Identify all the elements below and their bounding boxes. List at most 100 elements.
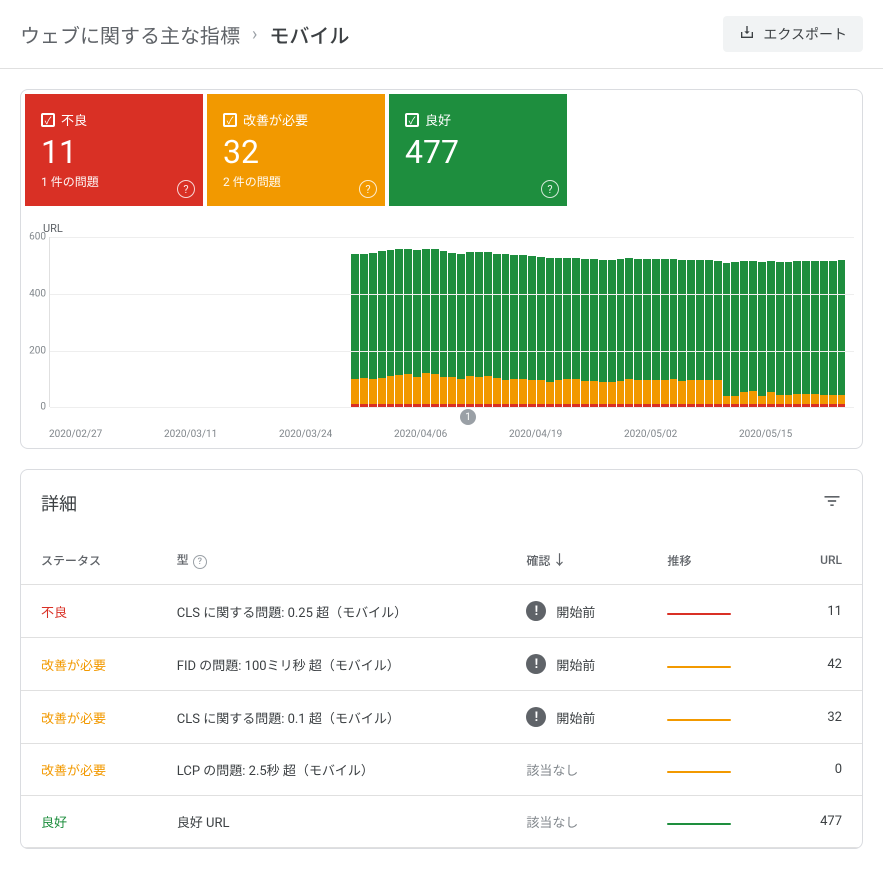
col-confirm[interactable]: 確認↓	[506, 536, 647, 585]
bar[interactable]	[555, 258, 563, 407]
bar[interactable]	[811, 261, 819, 407]
bar[interactable]	[572, 258, 580, 407]
help-icon[interactable]: ?	[541, 180, 559, 198]
bar[interactable]	[537, 257, 545, 407]
bar[interactable]	[820, 261, 828, 407]
bar[interactable]	[351, 254, 359, 407]
table-row[interactable]: 改善が必要FID の問題: 100ミリ秒 超（モバイル）!開始前42	[21, 638, 862, 691]
bar[interactable]	[590, 259, 598, 408]
chart-area: URL 0200400600 1 2020/02/272020/03/11202…	[21, 206, 862, 448]
bar[interactable]	[776, 262, 784, 407]
exclamation-icon: !	[526, 707, 546, 727]
x-tick: 2020/02/27	[49, 429, 164, 440]
cell-trend	[647, 638, 781, 691]
bar[interactable]	[404, 249, 412, 407]
cell-url: 0	[782, 744, 862, 796]
bar[interactable]	[431, 249, 439, 407]
bar[interactable]	[378, 251, 386, 407]
help-icon[interactable]: ?	[177, 180, 195, 198]
bar[interactable]	[528, 256, 536, 407]
table-row[interactable]: 不良CLS に関する問題: 0.25 超（モバイル）!開始前11	[21, 585, 862, 638]
help-icon[interactable]: ?	[193, 555, 207, 569]
bar[interactable]	[484, 252, 492, 408]
bar[interactable]	[608, 260, 616, 408]
bar[interactable]	[448, 253, 456, 408]
cell-url: 11	[782, 585, 862, 638]
breadcrumb-parent[interactable]: ウェブに関する主な指標	[20, 20, 240, 49]
bar[interactable]	[440, 251, 448, 407]
bar[interactable]	[793, 261, 801, 407]
table-row[interactable]: 改善が必要CLS に関する問題: 0.1 超（モバイル）!開始前32	[21, 691, 862, 744]
bar[interactable]	[661, 259, 669, 408]
bar[interactable]	[502, 254, 510, 407]
cell-type: FID の問題: 100ミリ秒 超（モバイル）	[157, 638, 507, 691]
bar[interactable]	[634, 259, 642, 408]
bar[interactable]	[758, 262, 766, 407]
col-status[interactable]: ステータス	[21, 536, 157, 585]
bar[interactable]	[723, 263, 731, 408]
cell-confirm: !開始前	[506, 638, 647, 691]
bar[interactable]	[802, 261, 810, 407]
bar[interactable]	[519, 255, 527, 408]
table-row[interactable]: 改善が必要LCP の問題: 2.5秒 超（モバイル）該当なし0	[21, 744, 862, 796]
bar[interactable]	[714, 261, 722, 408]
bar[interactable]	[581, 259, 589, 407]
bar[interactable]	[395, 249, 403, 407]
bar[interactable]	[617, 259, 625, 407]
bar[interactable]	[838, 260, 846, 407]
bar[interactable]	[652, 259, 660, 407]
bar[interactable]	[687, 260, 695, 408]
bar[interactable]	[563, 258, 571, 408]
table-row[interactable]: 良好良好 URL該当なし477	[21, 796, 862, 848]
bar[interactable]	[749, 261, 757, 407]
bar[interactable]	[696, 260, 704, 407]
chevron-right-icon: ›	[252, 24, 257, 45]
x-tick: 2020/05/02	[624, 429, 739, 440]
bar[interactable]	[678, 260, 686, 407]
bar[interactable]	[493, 254, 501, 408]
annotation-badge[interactable]: 1	[460, 409, 476, 425]
bar[interactable]	[413, 250, 421, 408]
bar[interactable]	[369, 253, 377, 407]
tile-poor[interactable]: ✓不良 11 1 件の問題 ?	[25, 94, 203, 206]
bar[interactable]	[360, 254, 368, 408]
cell-trend	[647, 744, 781, 796]
x-tick: 2020/03/11	[164, 429, 279, 440]
filter-icon[interactable]	[822, 491, 842, 515]
sparkline	[667, 719, 731, 721]
bar[interactable]	[457, 254, 465, 408]
export-button[interactable]: エクスポート	[723, 16, 863, 52]
col-type[interactable]: 型?	[157, 536, 507, 585]
bar[interactable]	[670, 259, 678, 407]
help-icon[interactable]: ?	[359, 180, 377, 198]
bar[interactable]	[599, 260, 607, 408]
x-tick: 2020/04/06	[394, 429, 509, 440]
tile-good[interactable]: ✓良好 477 ?	[389, 94, 567, 206]
bar[interactable]	[705, 260, 713, 408]
tile-count: 11	[41, 133, 187, 171]
bar[interactable]	[475, 252, 483, 407]
tile-issues: 2 件の問題	[223, 173, 369, 190]
bar[interactable]	[625, 258, 633, 407]
bar[interactable]	[422, 249, 430, 407]
bar[interactable]	[643, 259, 651, 407]
bar[interactable]	[546, 258, 554, 408]
breadcrumb: ウェブに関する主な指標 › モバイル	[20, 20, 349, 49]
checkbox-icon: ✓	[223, 113, 237, 127]
bar[interactable]	[387, 250, 395, 408]
bar[interactable]	[510, 255, 518, 408]
bar[interactable]	[731, 262, 739, 408]
cell-status: 良好	[21, 796, 157, 848]
cell-status: 改善が必要	[21, 691, 157, 744]
bar[interactable]	[785, 262, 793, 408]
cell-status: 不良	[21, 585, 157, 638]
col-url[interactable]: URL	[782, 536, 862, 585]
tile-need[interactable]: ✓改善が必要 32 2 件の問題 ?	[207, 94, 385, 206]
bar[interactable]	[829, 261, 837, 407]
exclamation-icon: !	[526, 654, 546, 674]
cell-url: 32	[782, 691, 862, 744]
bar[interactable]	[740, 261, 748, 407]
bar[interactable]	[466, 252, 474, 408]
col-trend[interactable]: 推移	[647, 536, 781, 585]
bar[interactable]	[767, 261, 775, 407]
